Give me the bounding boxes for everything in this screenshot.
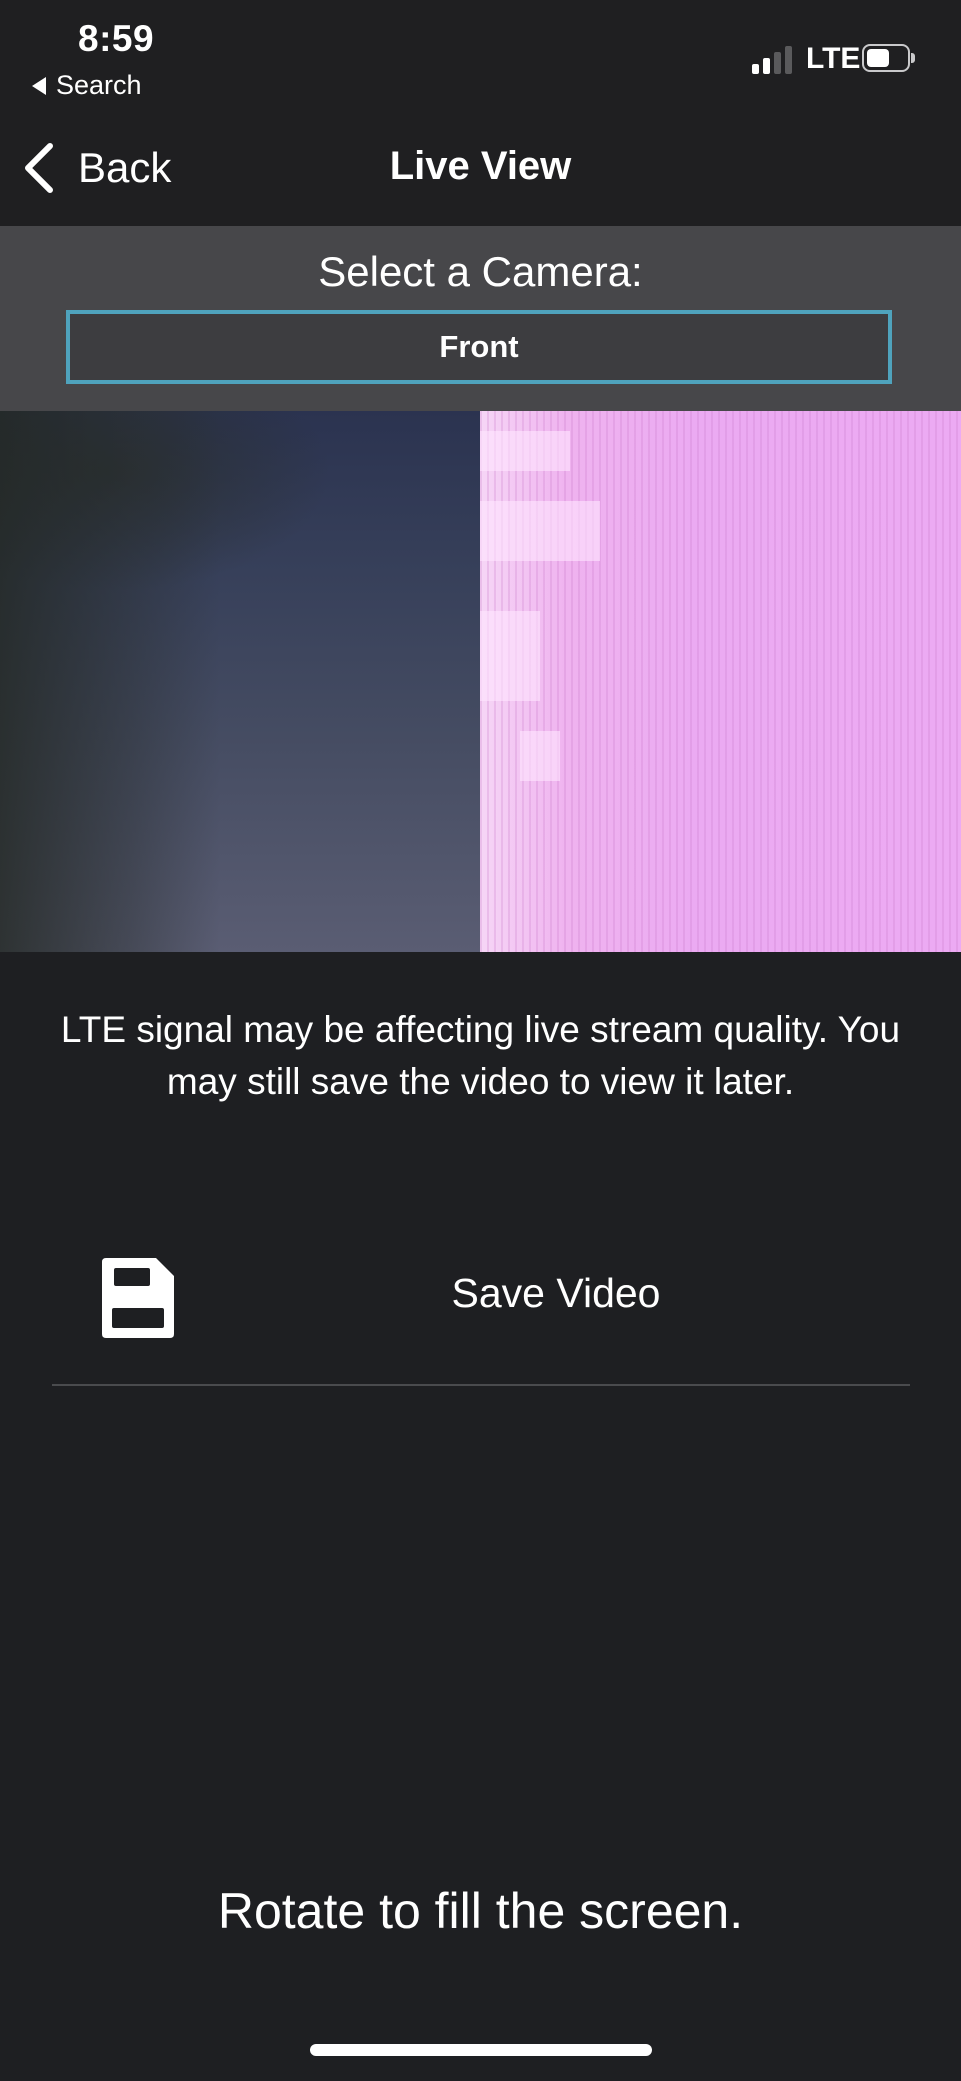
camera-select-dropdown[interactable]: Front (66, 310, 892, 384)
home-indicator[interactable] (310, 2044, 652, 2056)
camera-selector-heading: Select a Camera: (318, 248, 643, 295)
status-back-to-app[interactable]: Search (32, 70, 142, 101)
signal-bar (763, 58, 770, 74)
video-frame-right-glitch (480, 411, 961, 952)
save-video-label: Save Video (451, 1270, 661, 1316)
live-view-screen: 8:59 Search LTE Back Live View Select a … (0, 0, 961, 2081)
signal-bar (752, 64, 759, 74)
save-video-button[interactable]: Save Video (52, 1240, 910, 1385)
status-bar: 8:59 Search LTE (0, 0, 961, 112)
video-frame-left (0, 411, 480, 952)
page-title: Live View (389, 144, 572, 188)
network-type: LTE (806, 42, 861, 75)
rotate-hint: Rotate to fill the screen. (217, 1883, 744, 1939)
status-time: 8:59 (78, 18, 155, 59)
live-video-feed[interactable] (0, 411, 961, 952)
divider (52, 1384, 910, 1386)
camera-selector-panel: Select a Camera: Front (0, 226, 961, 411)
camera-select-value: Front (439, 329, 519, 364)
lte-warning-message: LTE signal may be affecting live stream … (60, 1009, 901, 1102)
signal-strength-icon (752, 44, 796, 74)
navigation-bar: Back Live View (0, 112, 961, 226)
status-back-app-label: Search (56, 70, 142, 100)
back-triangle-icon (32, 76, 46, 95)
signal-bar (785, 46, 792, 74)
battery-icon (862, 44, 915, 72)
signal-bar (774, 52, 781, 74)
